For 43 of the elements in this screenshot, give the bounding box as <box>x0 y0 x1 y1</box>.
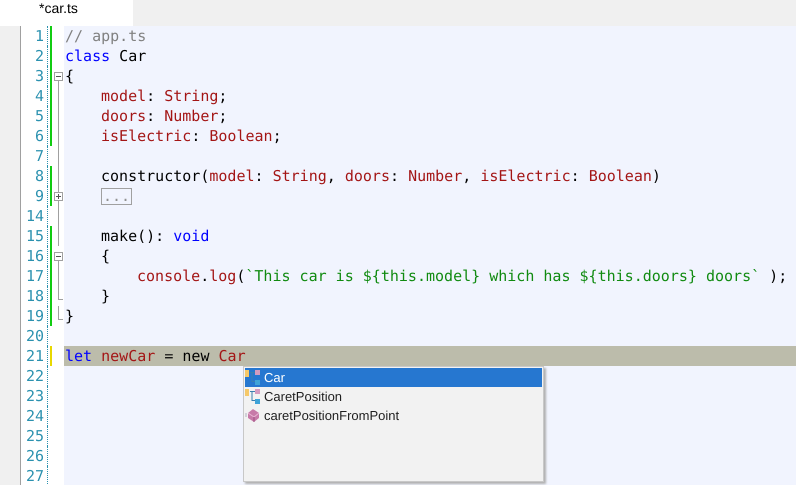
completion-item[interactable]: CaretPosition <box>245 387 542 406</box>
line-number: 22 <box>24 366 45 386</box>
line-number: 8 <box>34 166 45 186</box>
cube-icon <box>245 408 261 423</box>
line-number: 1 <box>34 26 45 46</box>
code-line: make(): void <box>101 226 210 246</box>
code-line: class Car <box>65 46 146 66</box>
line-number: 18 <box>24 286 45 306</box>
line-number: 20 <box>24 326 45 346</box>
line-number: 6 <box>34 126 45 146</box>
code-line: let newCar = new Car <box>65 346 246 366</box>
class-icon <box>245 389 261 404</box>
editor-tab[interactable]: *car.ts <box>0 0 133 26</box>
code-line: doors: Number; <box>101 106 228 126</box>
line-number: 27 <box>24 466 45 485</box>
line-number: 5 <box>34 106 45 126</box>
line-number: 2 <box>34 46 45 66</box>
code-line: console.log(`This car is ${this.model} which has ${this.doors} doors` ); <box>137 266 788 286</box>
line-number: 15 <box>24 226 45 246</box>
line-number: 17 <box>24 266 45 286</box>
line-number: 4 <box>34 86 45 106</box>
line-number: 7 <box>34 146 45 166</box>
line-number: 14 <box>24 206 45 226</box>
code-line: { <box>65 66 74 86</box>
completion-item[interactable]: Car <box>245 368 542 387</box>
code-line: } <box>101 286 110 306</box>
code-line: isElectric: Boolean; <box>101 126 282 146</box>
code-line: constructor(model: String, doors: Number, isElectric: Boolean) <box>101 166 661 186</box>
line-number: 3 <box>34 66 45 86</box>
code-line: model: String; <box>101 86 228 106</box>
line-number: 24 <box>24 406 45 426</box>
line-number: 21 <box>24 346 45 366</box>
line-number: 25 <box>24 426 45 446</box>
line-number: 23 <box>24 386 45 406</box>
completion-item[interactable]: caretPositionFromPoint <box>245 406 542 425</box>
line-number: 26 <box>24 446 45 466</box>
line-number: 19 <box>24 306 45 326</box>
line-number: 16 <box>24 246 45 266</box>
code-line: // app.ts <box>65 26 146 46</box>
code-line: { <box>101 246 110 266</box>
class-icon <box>245 370 261 385</box>
line-number: 9 <box>34 186 45 206</box>
code-line: } <box>65 306 74 326</box>
